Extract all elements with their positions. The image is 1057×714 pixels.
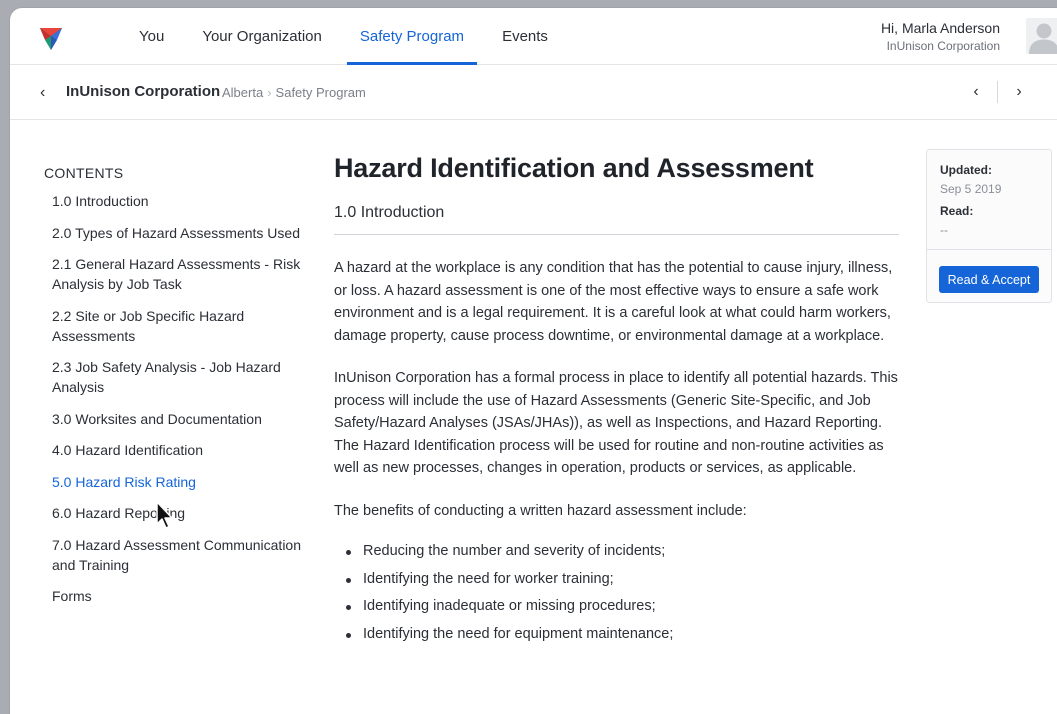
pager-divider [997, 81, 998, 103]
avatar[interactable] [1026, 18, 1057, 54]
tab-your-organization[interactable]: Your Organization [183, 8, 341, 65]
section-heading: 1.0 Introduction [334, 204, 899, 235]
nav-tabs: You Your Organization Safety Program Eve… [120, 8, 567, 65]
back-chevron-icon[interactable]: ‹ [40, 84, 45, 102]
tab-you[interactable]: You [120, 8, 183, 65]
toc-item-hazard-risk-rating[interactable]: 5.0 Hazard Risk Rating [44, 472, 304, 492]
list-item: Reducing the number and severity of inci… [346, 538, 899, 566]
paragraph: A hazard at the workplace is any conditi… [334, 260, 893, 344]
page-title: Hazard Identification and Assessment [334, 153, 814, 183]
app-logo-icon[interactable] [36, 26, 66, 52]
app-window: You Your Organization Safety Program Eve… [10, 8, 1057, 714]
next-chevron-icon[interactable]: › [1008, 83, 1030, 101]
breadcrumb-separator-icon: › [267, 85, 272, 100]
previous-chevron-icon[interactable]: ‹ [965, 83, 987, 101]
toc-title: CONTENTS [44, 165, 124, 181]
toc-item-site-specific-assessments[interactable]: 2.2 Site or Job Specific Hazard Assessme… [44, 306, 304, 346]
breadcrumb-organization[interactable]: InUnison Corporation [66, 83, 220, 100]
toc-item-introduction[interactable]: 1.0 Introduction [44, 191, 304, 211]
paragraph: InUnison Corporation has a formal proces… [334, 370, 898, 476]
top-navigation: You Your Organization Safety Program Eve… [10, 8, 1057, 65]
toc-item-forms[interactable]: Forms [44, 586, 304, 606]
breadcrumb-item-safety-program[interactable]: Safety Program [276, 85, 366, 100]
read-label: Read: [940, 204, 974, 218]
toc-item-communication-training[interactable]: 7.0 Hazard Assessment Communication and … [44, 535, 304, 575]
toc-item-general-hazard-assessments[interactable]: 2.1 General Hazard Assessments - Risk An… [44, 254, 304, 294]
list-item: Identifying the need for equipment maint… [346, 621, 899, 649]
tab-safety-program[interactable]: Safety Program [341, 8, 483, 65]
user-silhouette-icon [1029, 23, 1057, 54]
toc-item-worksites-documentation[interactable]: 3.0 Worksites and Documentation [44, 409, 304, 429]
toc-item-hazard-identification[interactable]: 4.0 Hazard Identification [44, 440, 304, 460]
user-menu[interactable]: Hi, Marla Anderson InUnison Corporation [881, 20, 1000, 53]
toc-item-job-safety-analysis[interactable]: 2.3 Job Safety Analysis - Job Hazard Ana… [44, 357, 304, 397]
main-content: Hazard Identification and Assessment 1.0… [334, 153, 899, 648]
updated-value: Sep 5 2019 [940, 182, 1002, 196]
pager: ‹ › [965, 81, 1030, 103]
user-greeting: Hi, Marla Anderson [880, 20, 1000, 36]
toc-item-hazard-reporting[interactable]: 6.0 Hazard Reporting [44, 503, 304, 523]
breadcrumb-item-alberta[interactable]: Alberta [222, 85, 263, 100]
benefits-list: Reducing the number and severity of inci… [334, 538, 899, 648]
list-item: Identifying inadequate or missing proced… [346, 593, 899, 621]
card-divider [927, 249, 1051, 250]
read-accept-button[interactable]: Read & Accept [939, 266, 1039, 293]
document-status-card: Updated: Sep 5 2019 Read: -- Read & Acce… [926, 149, 1052, 303]
breadcrumb: Alberta › Safety Program [222, 85, 366, 100]
read-value: -- [940, 223, 948, 237]
updated-label: Updated: [940, 163, 992, 177]
tab-events[interactable]: Events [483, 8, 567, 65]
paragraph: The benefits of conducting a written haz… [334, 502, 747, 519]
user-organization: InUnison Corporation [886, 39, 1000, 53]
table-of-contents: CONTENTS 1.0 Introduction 2.0 Types of H… [44, 165, 304, 618]
list-item: Identifying the need for worker training… [346, 566, 899, 594]
toc-item-types-of-assessments[interactable]: 2.0 Types of Hazard Assessments Used [44, 223, 304, 243]
breadcrumb-bar: ‹ InUnison Corporation Alberta › Safety Pr… [10, 65, 1057, 120]
